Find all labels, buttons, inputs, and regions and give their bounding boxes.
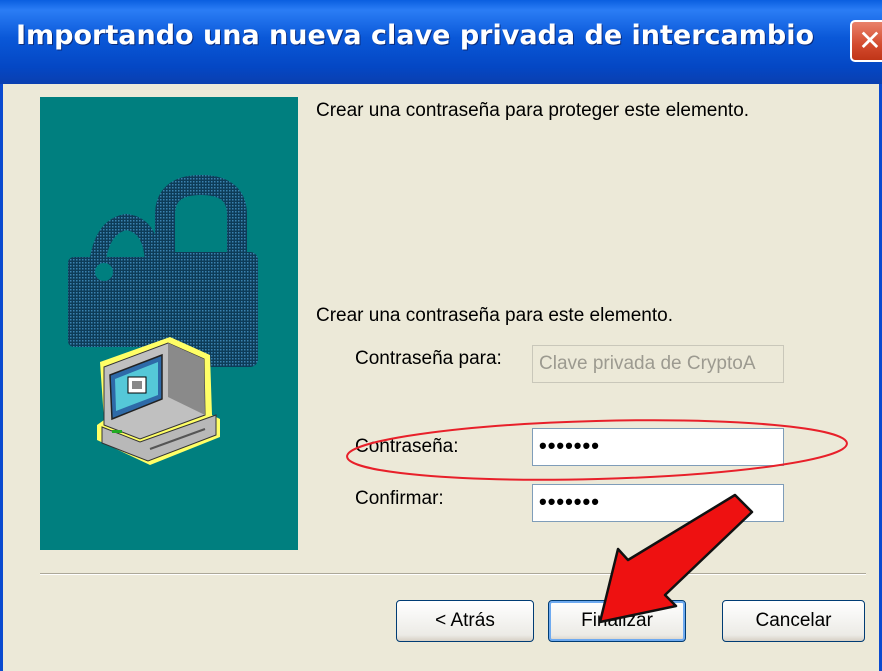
password-field[interactable]: •••••••: [532, 428, 784, 466]
close-button[interactable]: ✕: [850, 20, 882, 62]
window-title: Importando una nueva clave privada de in…: [16, 20, 815, 51]
password-label: Contraseña:: [355, 436, 459, 457]
password-for-field: Clave privada de CryptoA: [532, 345, 784, 383]
confirm-password-field[interactable]: •••••••: [532, 484, 784, 522]
finish-button[interactable]: Finalizar: [548, 600, 686, 642]
wizard-illustration: [68, 174, 258, 465]
computer-icon: [97, 337, 220, 465]
intro-text: Crear una contraseña para proteger este …: [316, 100, 750, 121]
title-bar: Importando una nueva clave privada de in…: [0, 0, 882, 84]
window-border-left: [0, 84, 3, 671]
wizard-side-panel: [40, 97, 298, 550]
confirm-label: Confirmar:: [355, 488, 444, 509]
close-icon: ✕: [858, 24, 882, 57]
cancel-button[interactable]: Cancelar: [722, 600, 865, 642]
back-button[interactable]: < Atrás: [396, 600, 534, 642]
section-label: Crear una contraseña para este elemento.: [316, 305, 673, 326]
button-separator: [40, 573, 866, 575]
password-for-label: Contraseña para:: [355, 348, 502, 369]
